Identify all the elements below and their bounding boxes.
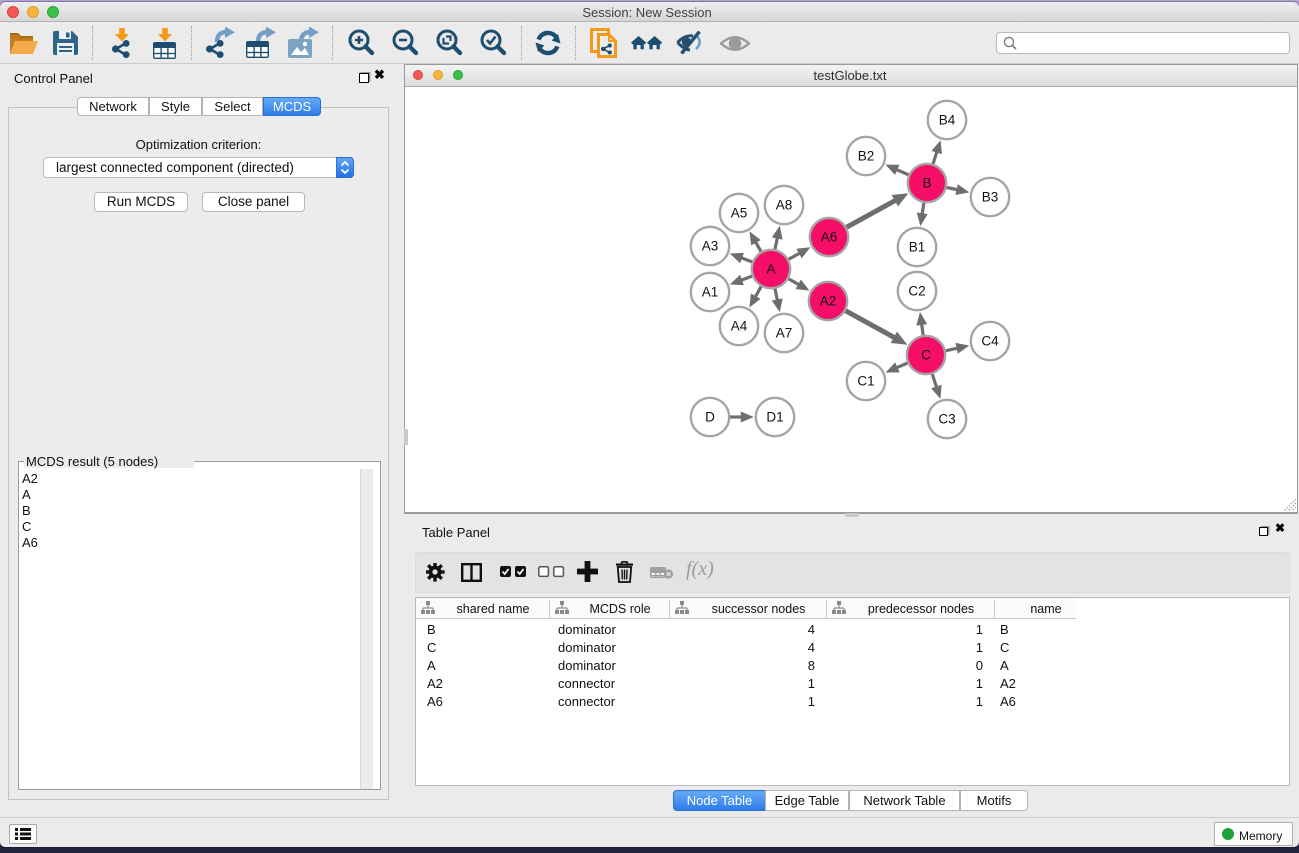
svg-text:D1: D1 (766, 410, 783, 425)
svg-text:A3: A3 (702, 239, 719, 254)
svg-text:A: A (766, 262, 775, 277)
svg-text:B2: B2 (858, 149, 875, 164)
svg-text:C: C (921, 348, 931, 363)
svg-text:C1: C1 (857, 374, 874, 389)
svg-text:A1: A1 (702, 285, 719, 300)
svg-text:A8: A8 (776, 198, 793, 213)
svg-text:C4: C4 (981, 334, 999, 349)
svg-text:A5: A5 (731, 206, 748, 221)
svg-text:D: D (705, 410, 715, 425)
svg-text:B3: B3 (982, 190, 999, 205)
svg-text:A4: A4 (731, 319, 748, 334)
svg-text:C2: C2 (908, 284, 925, 299)
svg-text:B4: B4 (939, 113, 956, 128)
svg-text:C3: C3 (938, 412, 955, 427)
svg-text:A7: A7 (776, 326, 793, 341)
svg-text:B1: B1 (909, 240, 926, 255)
svg-text:B: B (922, 176, 931, 191)
svg-text:A6: A6 (821, 230, 838, 245)
svg-text:A2: A2 (820, 294, 837, 309)
